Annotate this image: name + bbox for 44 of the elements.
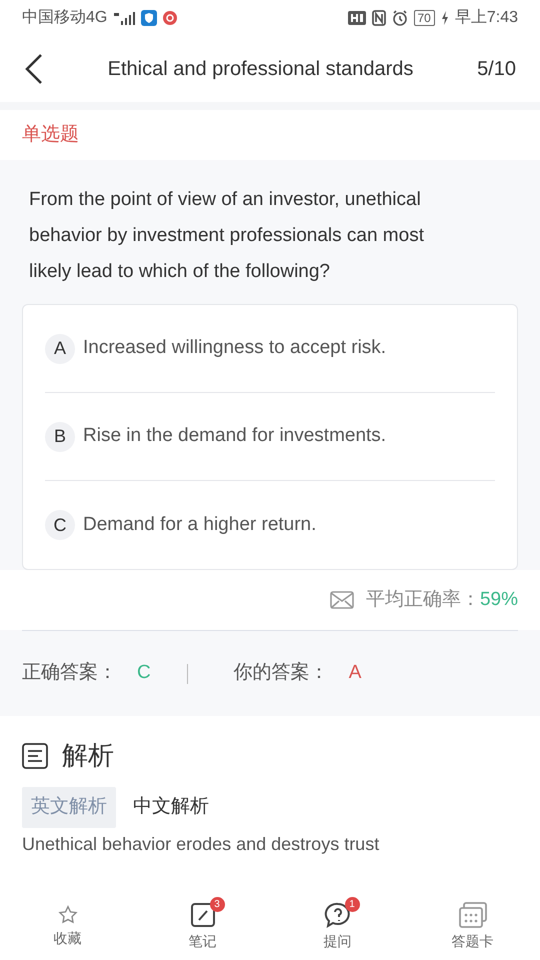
count-badge: 3	[210, 896, 224, 912]
signal-icon	[113, 11, 136, 25]
analysis-tab[interactable]: 中文解析	[124, 787, 218, 828]
count-badge: 1	[344, 896, 360, 912]
envelope-icon	[330, 590, 354, 610]
average-value: 59%	[480, 588, 518, 610]
question-bubble-icon	[324, 900, 352, 928]
progress-text: 5/10	[477, 57, 516, 82]
option-letter: C	[45, 510, 75, 540]
question-type-label: 单选题	[22, 122, 79, 147]
bottom-nav-item[interactable]: 1 提问	[270, 892, 405, 960]
correct-answer-label: 正确答案：	[22, 660, 117, 686]
clock-text: 早上7:43	[454, 8, 518, 28]
nfc-icon	[372, 10, 386, 26]
charging-icon	[440, 11, 449, 25]
answer-option[interactable]: B Rise in the demand for investments.	[45, 393, 495, 481]
correct-answer-value: C	[137, 661, 151, 686]
option-letter: B	[45, 422, 75, 452]
hd-icon	[348, 11, 366, 25]
battery-indicator: 70	[414, 10, 435, 26]
your-answer-value: A	[348, 661, 362, 686]
page-title: Ethical and professional standards	[106, 57, 414, 82]
option-letter: A	[45, 334, 75, 364]
option-text: Rise in the demand for investments.	[83, 424, 386, 448]
star-icon	[56, 904, 78, 926]
average-label: 平均正确率：	[366, 588, 480, 610]
carrier-text: 中国移动4G	[22, 8, 108, 28]
option-text: Increased willingness to accept risk.	[83, 336, 386, 360]
back-icon[interactable]	[24, 53, 44, 85]
document-lines-icon	[22, 742, 48, 768]
alarm-icon	[392, 10, 408, 26]
shield-app-icon	[141, 10, 158, 26]
option-text: Demand for a higher return.	[83, 512, 316, 537]
bottom-nav-item[interactable]: 3 笔记	[135, 892, 270, 960]
bottom-nav-item[interactable]: 收藏	[0, 892, 135, 960]
question-text: From the point of view of an investor, unethical behavior by investment professionals can most likely lead to which of the following?	[28, 188, 425, 284]
analysis-title: 解析	[62, 739, 114, 772]
answer-option[interactable]: A Increased willingness to accept risk.	[45, 305, 495, 393]
analysis-text: Unethical behavior erodes and destroys trust	[22, 832, 380, 856]
pencil-square-icon	[188, 900, 216, 928]
your-answer-label: 你的答案：	[234, 660, 329, 686]
grid-card-icon	[458, 900, 488, 928]
bottom-nav-item[interactable]: 答题卡	[405, 892, 540, 960]
answer-option[interactable]: C Demand for a higher return.	[45, 481, 495, 569]
